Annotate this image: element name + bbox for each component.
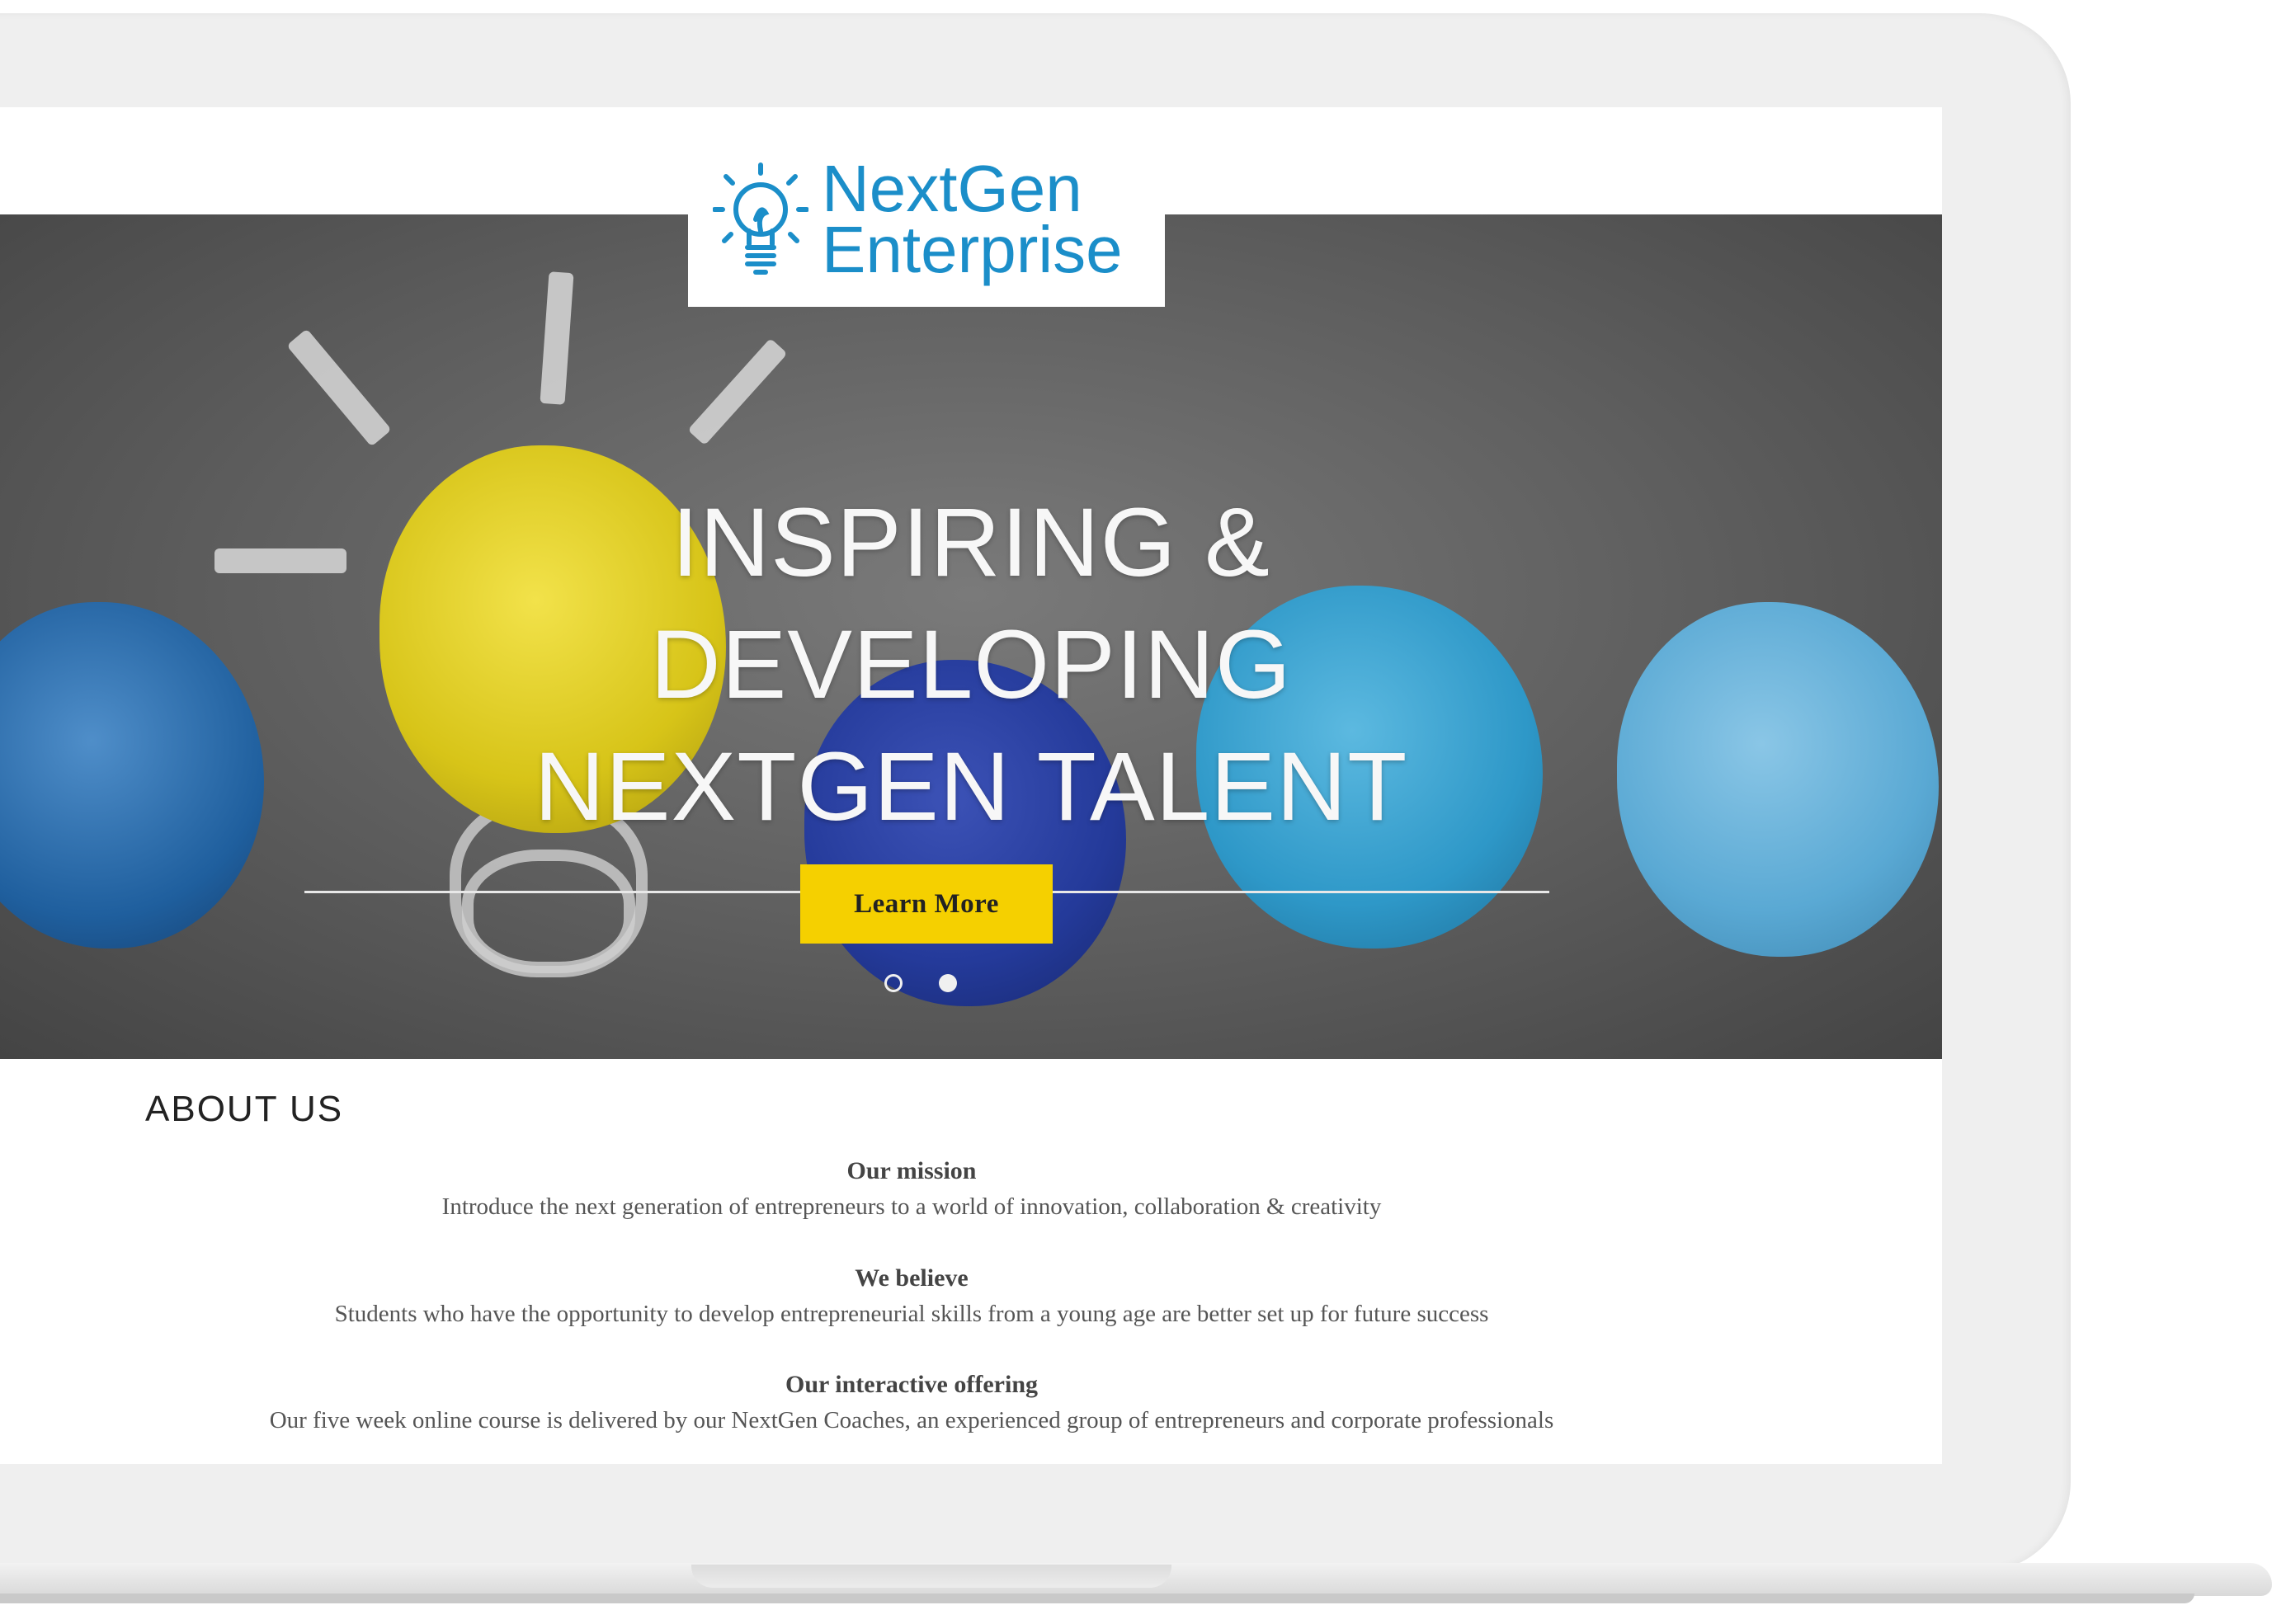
hero-title-line: DEVELOPING (650, 610, 1292, 720)
hero-title-line: NEXTGEN TALENT (534, 732, 1408, 842)
logo-line-2: Enterprise (822, 213, 1123, 286)
about-block-title: Our interactive offering (785, 1371, 1039, 1398)
site-logo[interactable]: NextGen Enterprise (688, 140, 1165, 307)
hero-title-line: INSPIRING & (672, 488, 1270, 598)
hero-slider: INSPIRING & DEVELOPING NEXTGEN TALENT Le… (0, 214, 1942, 1059)
chalk-ray (540, 271, 574, 405)
logo-wordmark: NextGen Enterprise (822, 152, 1123, 286)
about-section: ABOUT US Our mission Introduce the next … (0, 1059, 1942, 1464)
laptop-base-edge (0, 1593, 2194, 1603)
logo-line-1: NextGen (822, 152, 1082, 225)
chalk-ray (687, 337, 788, 446)
slide-dot-2-active[interactable] (939, 974, 957, 992)
about-heading: ABOUT US (145, 1089, 344, 1129)
about-block-offering: Our interactive offering Our five week o… (0, 1367, 1823, 1438)
about-block-belief: We believe Students who have the opportu… (0, 1261, 1823, 1332)
slide-dot-1[interactable] (884, 974, 903, 992)
about-block-text: Students who have the opportunity to dev… (334, 1301, 1489, 1327)
about-block-text: Our five week online course is delivered… (269, 1407, 1554, 1433)
about-block-text: Introduce the next generation of entrepr… (441, 1193, 1382, 1220)
chalk-bulb-base (462, 850, 635, 973)
about-block-title: We believe (855, 1264, 969, 1292)
about-block-mission: Our mission Introduce the next generatio… (0, 1154, 1823, 1225)
website-screen: NextGen Enterprise INSPIRING & DEVELOPIN… (0, 107, 1942, 1464)
learn-more-button[interactable]: Learn More (800, 864, 1053, 944)
laptop-hinge-notch (691, 1565, 1171, 1588)
lightbulb-icon (713, 162, 808, 275)
slider-pagination (884, 974, 957, 992)
chalk-ray (286, 328, 392, 447)
hero-title: INSPIRING & DEVELOPING NEXTGEN TALENT (0, 482, 1942, 848)
about-block-title: Our mission (846, 1157, 977, 1184)
